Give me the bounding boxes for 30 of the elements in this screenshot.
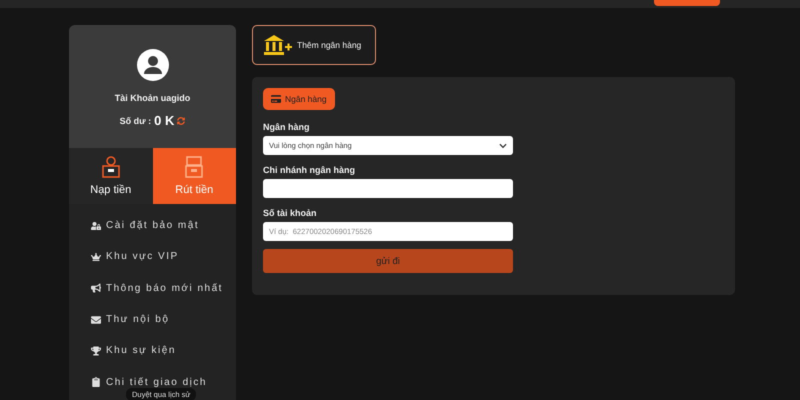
bank-plus-icon bbox=[263, 34, 293, 56]
field-label: Số tài khoản bbox=[263, 208, 318, 218]
card-icon bbox=[271, 94, 281, 104]
menu-item[interactable]: Khu sự kiện bbox=[106, 345, 176, 356]
top-bar-button[interactable] bbox=[654, 0, 720, 6]
avatar-icon bbox=[136, 49, 168, 81]
trophy-icon bbox=[91, 346, 101, 356]
megaphone-icon bbox=[91, 283, 101, 294]
cash-box-icon bbox=[184, 156, 204, 178]
menu-item[interactable]: Thông báo mới nhất bbox=[106, 282, 223, 294]
mail-icon bbox=[91, 314, 101, 325]
bank-tab[interactable]: Ngân hàng bbox=[263, 88, 335, 110]
field-label: Ngân hàng bbox=[263, 122, 310, 132]
menu-item[interactable]: Thư nội bộ bbox=[106, 314, 170, 326]
account-name: Tài Khoản uagido bbox=[114, 93, 190, 103]
coin-box-icon bbox=[100, 156, 121, 178]
menu-item[interactable]: Khu vực VIP bbox=[106, 251, 179, 262]
refresh-icon[interactable] bbox=[177, 116, 186, 124]
user-lock-icon bbox=[91, 220, 101, 231]
balance-value: 0 K bbox=[154, 113, 174, 128]
menu-item[interactable]: Cài đặt bảo mật bbox=[106, 220, 200, 232]
tab[interactable]: Nạp tiền bbox=[69, 148, 152, 204]
menu-item[interactable]: Chi tiết giao dịch bbox=[106, 376, 207, 388]
chevron-down-icon bbox=[499, 142, 507, 150]
clipboard-icon bbox=[91, 377, 101, 388]
add-bank-button[interactable]: Thêm ngân hàng bbox=[252, 25, 376, 65]
balance-label: Số dư : bbox=[120, 116, 152, 126]
input-field[interactable] bbox=[263, 179, 513, 198]
crown-icon bbox=[91, 252, 101, 262]
field-label: Chi nhánh ngân hàng bbox=[263, 165, 356, 175]
